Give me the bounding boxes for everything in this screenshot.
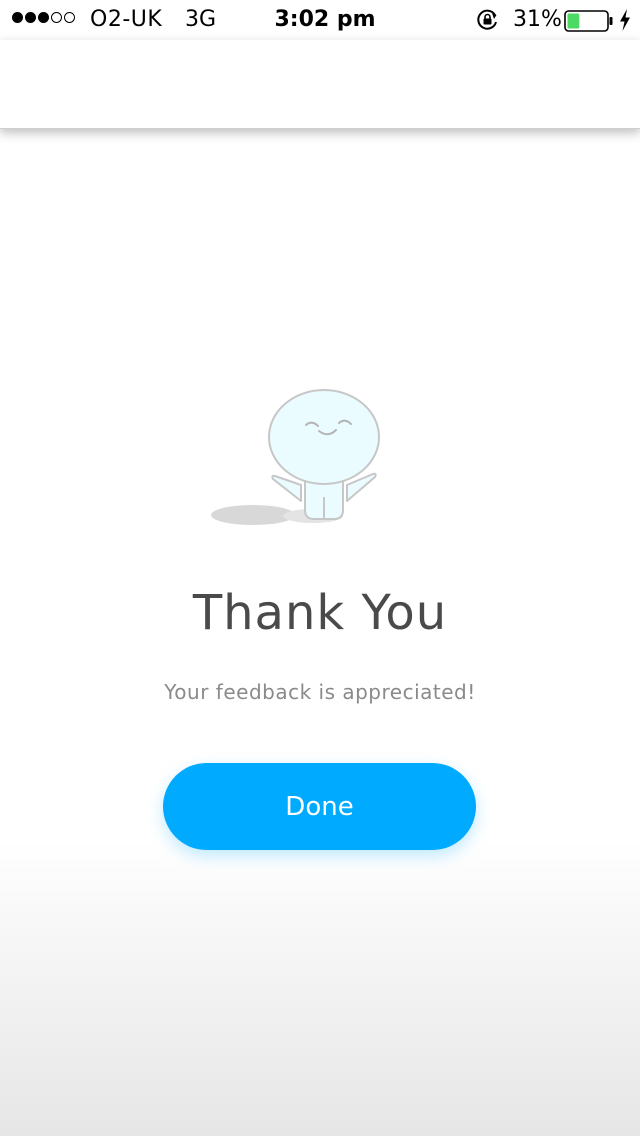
done-button[interactable]: Done <box>163 763 476 850</box>
page-title: Thank You <box>192 585 448 641</box>
done-button-label: Done <box>285 791 354 822</box>
status-bar: O2-UK 3G 3:02 pm 31% <box>0 0 640 40</box>
navigation-bar <box>0 40 640 129</box>
feedback-message: Your feedback is appreciated! <box>164 680 476 704</box>
battery-icon <box>564 10 614 38</box>
mascot-waving-illustration <box>205 385 380 534</box>
orientation-lock-icon <box>476 9 500 37</box>
charging-bolt-icon <box>618 8 632 38</box>
battery-percentage: 31% <box>513 7 562 32</box>
